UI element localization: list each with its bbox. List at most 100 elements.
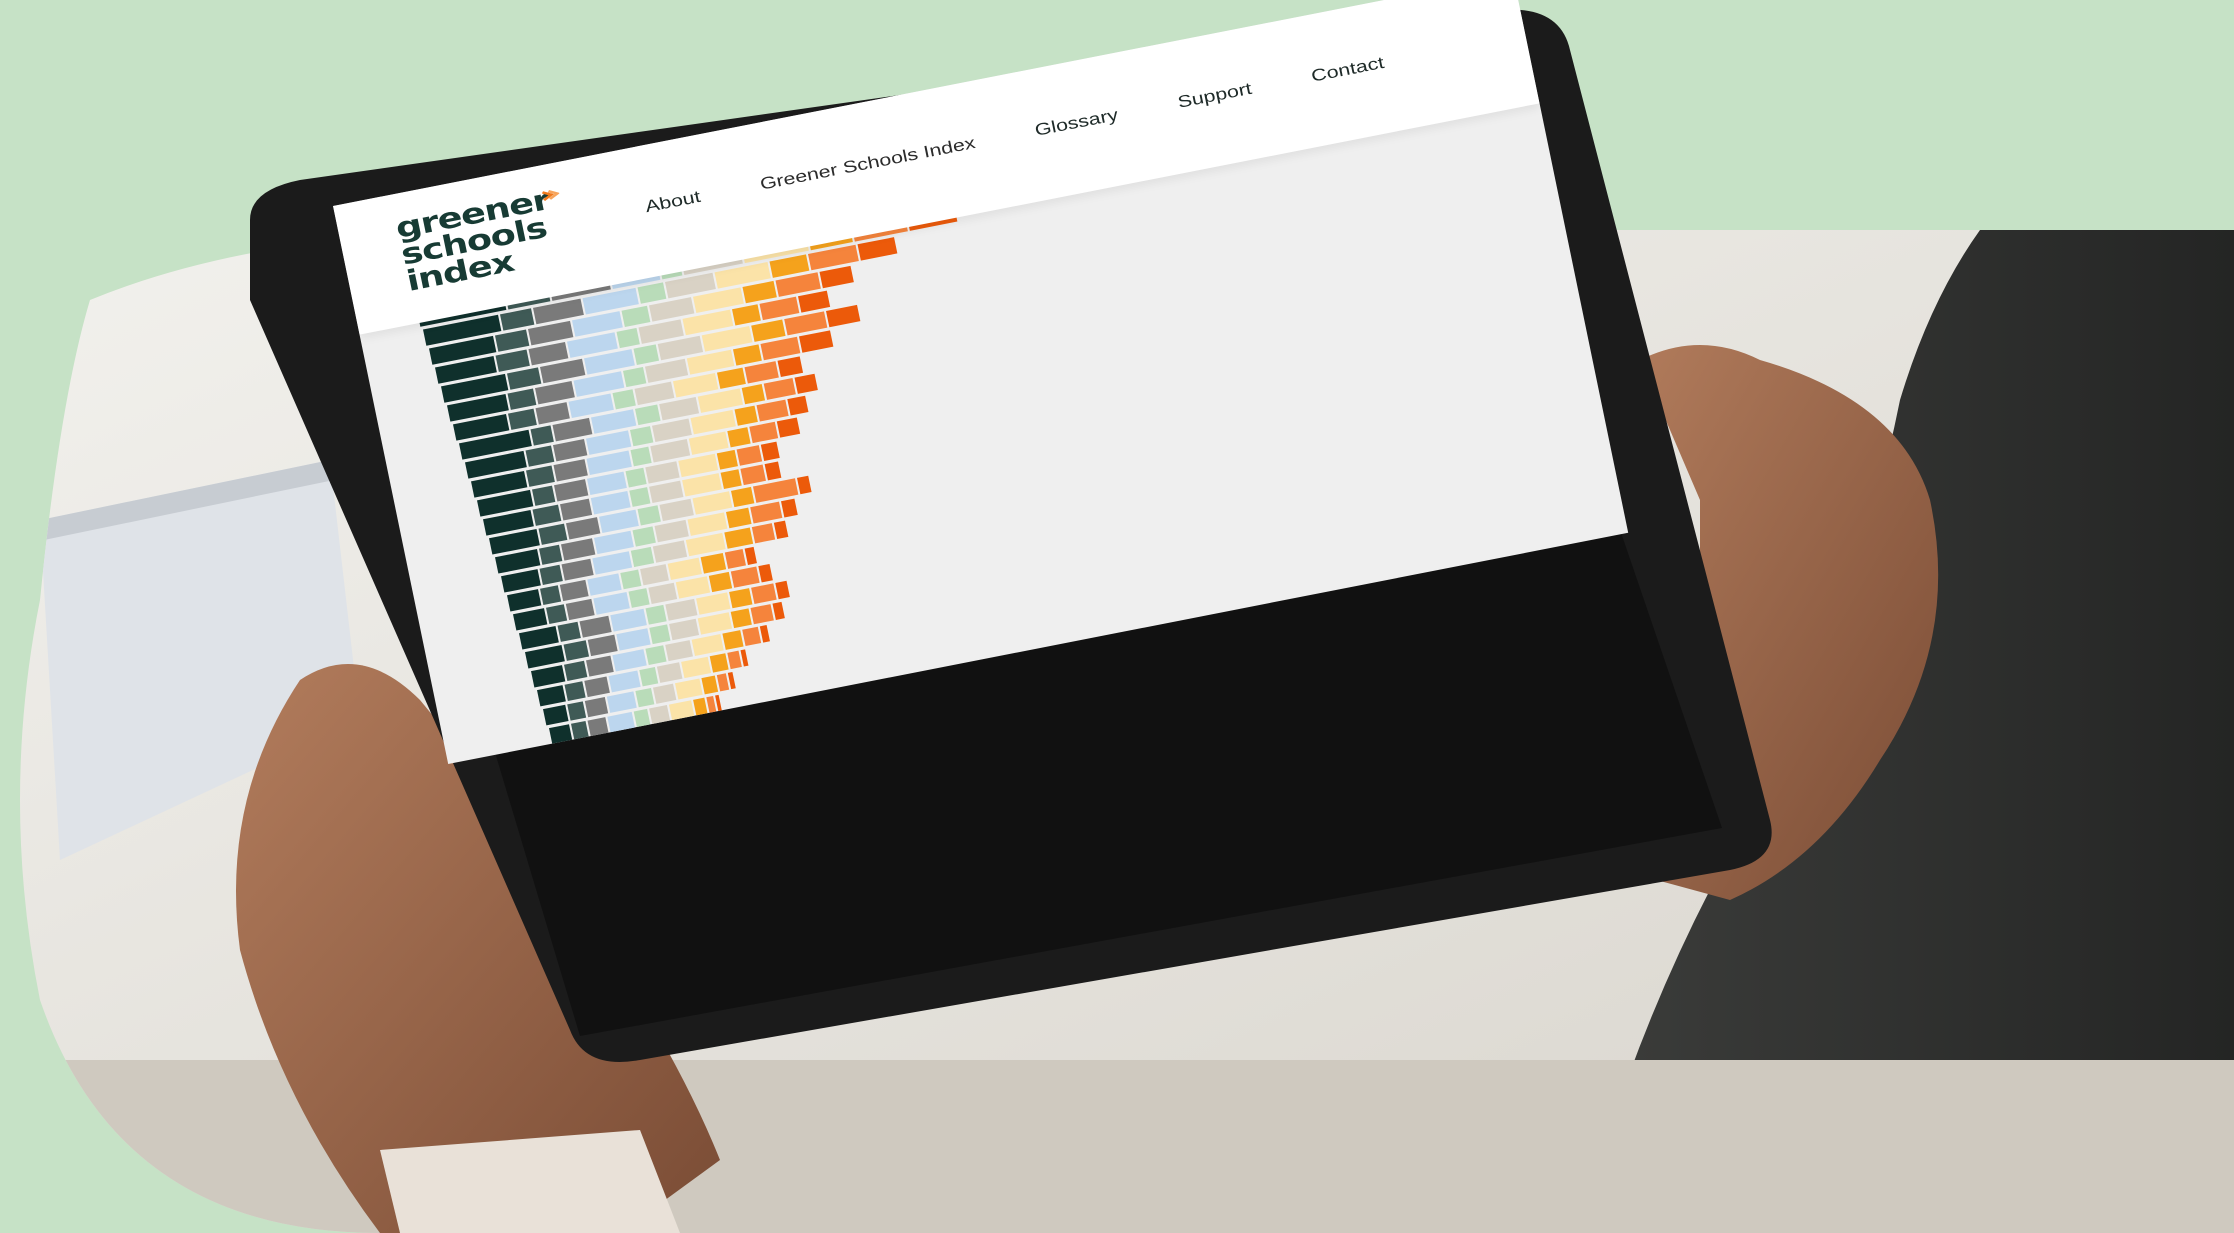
bar-segment bbox=[587, 573, 622, 596]
bar-segment bbox=[635, 687, 655, 708]
bar-segment bbox=[564, 660, 588, 681]
bar-segment bbox=[531, 665, 566, 688]
bar-segment bbox=[700, 552, 727, 574]
bar-segment bbox=[508, 408, 537, 430]
bar-segment bbox=[763, 378, 796, 400]
bar-segment bbox=[645, 461, 680, 484]
bar-segment bbox=[722, 630, 744, 650]
nav-contact[interactable]: Contact bbox=[1310, 54, 1386, 87]
bar-segment bbox=[749, 421, 779, 444]
bar-segment bbox=[561, 558, 594, 581]
bar-segment bbox=[495, 349, 530, 372]
bar-segment bbox=[632, 526, 656, 547]
bar-segment bbox=[587, 634, 618, 657]
bar-segment bbox=[587, 471, 627, 496]
bar-segment bbox=[691, 634, 724, 656]
bar-segment bbox=[625, 467, 647, 488]
bar-segment bbox=[775, 580, 790, 600]
bar-segment bbox=[495, 329, 530, 352]
nav-about[interactable]: About bbox=[644, 188, 703, 217]
bar-segment bbox=[784, 311, 828, 336]
bar-segment bbox=[639, 667, 659, 687]
bar-segment bbox=[687, 512, 728, 536]
bar-segment bbox=[744, 546, 757, 565]
bar-segment bbox=[659, 396, 700, 421]
bar-segment bbox=[726, 507, 752, 529]
bar-segment bbox=[645, 645, 667, 666]
bar-segment bbox=[654, 519, 689, 543]
bar-segment bbox=[525, 445, 555, 467]
bar-segment bbox=[773, 520, 789, 540]
bar-segment bbox=[525, 645, 565, 669]
bar-segment bbox=[566, 517, 601, 540]
bar-segment bbox=[552, 417, 593, 442]
bar-segment bbox=[653, 683, 677, 704]
bar-segment bbox=[586, 655, 614, 677]
nav-support[interactable]: Support bbox=[1176, 80, 1253, 113]
bar-segment bbox=[540, 358, 586, 384]
bar-segment bbox=[734, 405, 758, 426]
bar-segment bbox=[667, 557, 702, 581]
bar-segment bbox=[649, 297, 695, 322]
nav-greener-schools-index[interactable]: Greener Schools Index bbox=[758, 134, 977, 195]
bar-segment bbox=[501, 569, 541, 593]
bar-segment bbox=[720, 469, 742, 490]
bar-segment bbox=[629, 487, 651, 507]
bar-segment bbox=[799, 330, 834, 353]
bar-segment bbox=[612, 649, 647, 672]
bar-segment bbox=[675, 678, 703, 700]
bar-segment bbox=[706, 695, 717, 714]
bar-segment bbox=[657, 335, 704, 361]
bar-segment bbox=[656, 662, 683, 683]
site-logo[interactable]: greener schools index bbox=[393, 179, 601, 301]
bar-segment bbox=[649, 480, 684, 504]
bar-segment bbox=[759, 624, 770, 643]
nav-glossary[interactable]: Glossary bbox=[1033, 106, 1120, 141]
bar-segment bbox=[535, 402, 570, 425]
bar-segment bbox=[599, 509, 639, 534]
bar-segment bbox=[594, 530, 634, 555]
bar-segment bbox=[507, 388, 537, 410]
bar-segment bbox=[560, 498, 593, 521]
bar-segment bbox=[650, 439, 691, 463]
bar-segment bbox=[584, 697, 609, 718]
bar-segment bbox=[736, 445, 763, 466]
bar-segment bbox=[621, 305, 651, 328]
bar-segment bbox=[630, 546, 655, 568]
bar-segment bbox=[740, 464, 766, 486]
bar-segment bbox=[826, 304, 861, 328]
bar-segment bbox=[538, 523, 568, 545]
bar-segment bbox=[630, 426, 654, 447]
bar-segment bbox=[557, 621, 581, 642]
bar-segment bbox=[616, 628, 651, 651]
bar-segment bbox=[528, 320, 574, 346]
bar-segment bbox=[633, 344, 660, 365]
bar-segment bbox=[620, 569, 642, 590]
bar-segment bbox=[540, 585, 562, 606]
bar-segment bbox=[539, 544, 563, 565]
bar-segment bbox=[681, 656, 712, 679]
bar-segment bbox=[758, 563, 773, 583]
bar-segment bbox=[744, 361, 779, 384]
bar-segment bbox=[764, 461, 782, 481]
bar-segment bbox=[546, 604, 568, 625]
bar-segment bbox=[697, 388, 744, 413]
bar-segment bbox=[760, 336, 801, 361]
bar-segment bbox=[539, 564, 563, 585]
bar-segment bbox=[692, 491, 733, 515]
bar-segment bbox=[750, 501, 783, 524]
bar-segment bbox=[561, 538, 596, 561]
bar-segment bbox=[610, 608, 647, 632]
bar-segment bbox=[612, 389, 636, 410]
bar-segment bbox=[513, 608, 548, 631]
bar-segment bbox=[750, 604, 774, 625]
bar-segment bbox=[690, 409, 736, 435]
bar-segment bbox=[565, 598, 595, 621]
bar-segment bbox=[751, 319, 786, 342]
bar-segment bbox=[760, 441, 780, 461]
bar-segment bbox=[590, 491, 631, 515]
bar-segment bbox=[640, 564, 669, 586]
bar-segment bbox=[526, 465, 555, 487]
bar-segment bbox=[696, 592, 731, 615]
bar-segment bbox=[787, 395, 809, 416]
